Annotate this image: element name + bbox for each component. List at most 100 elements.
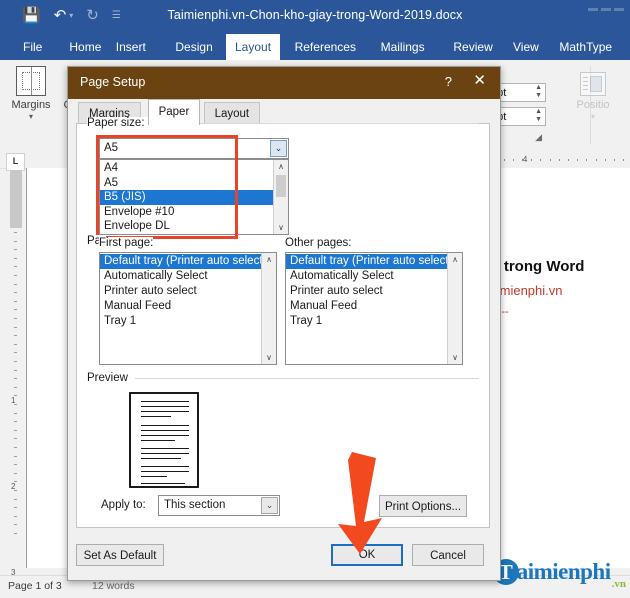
help-icon[interactable]: ? [445,74,452,89]
ribbon-tab-home[interactable]: Home [60,34,110,60]
list-item[interactable]: Default tray (Printer auto select) [286,254,452,269]
ruler-tick [14,240,17,242]
first-page-scrollbar[interactable]: ∧ ∨ [261,253,276,364]
ruler-tick [14,507,17,509]
list-item[interactable]: Envelope DL [100,219,273,234]
scroll-down-icon[interactable]: ∨ [262,351,276,364]
list-item[interactable]: Envelope #10 [100,205,273,220]
vertical-ruler-margin-shade [10,170,22,228]
margins-button[interactable]: Margins ▾ [8,66,54,121]
chevron-down-icon[interactable]: ▾ [564,112,622,121]
other-pages-source-listbox[interactable]: Default tray (Printer auto select) Automa… [285,252,463,365]
chevron-down-icon[interactable]: ⌄ [261,497,278,514]
ruler-tick [14,421,17,423]
dialog-tab-paper[interactable]: Paper [147,99,201,125]
maximize-icon[interactable] [601,8,611,11]
dialog-tab-layout[interactable]: Layout [203,102,261,125]
margins-icon [16,66,46,96]
scroll-up-icon[interactable]: ∧ [448,253,462,266]
chevron-down-icon[interactable]: ▾ [8,112,54,121]
document-body-text[interactable]: ấy trong Word Taimienphi.vn o0o-- [483,258,630,318]
ribbon-tab-view[interactable]: View [504,34,548,60]
ribbon-tab-references[interactable]: References [286,34,365,60]
scroll-down-icon[interactable]: ∨ [448,351,462,364]
status-word-count[interactable]: 12 words [92,580,135,592]
page-preview [129,392,199,488]
ruler-tick [14,292,17,294]
list-item[interactable]: Manual Feed [100,299,261,314]
ruler-tick [14,412,17,414]
ribbon-tab-mailings[interactable]: Mailings [372,34,434,60]
ruler-tick [14,369,17,371]
ruler-number: 1 [11,396,16,405]
list-item[interactable]: Default tray (Printer auto select) [100,254,266,269]
ruler-tick [14,455,17,457]
set-as-default-button[interactable]: Set As Default [76,544,164,566]
tab-stop-selector[interactable]: L [6,153,25,171]
preview-text-line [141,471,189,473]
list-item[interactable]: Printer auto select [286,284,447,299]
first-page-label: First page: [99,237,154,249]
close-window-icon[interactable] [614,8,624,11]
apply-to-value: This section [164,499,226,511]
ribbon-tab-mathtype[interactable]: MathType [550,34,621,60]
apply-to-combo[interactable]: This section ⌄ [158,495,280,516]
minimize-icon[interactable] [588,8,598,11]
cancel-button[interactable]: Cancel [412,544,484,566]
paper-size-scrollbar[interactable]: ∧ ∨ [273,160,288,234]
list-item[interactable]: B5 (JIS) [100,190,273,205]
status-page-number[interactable]: Page 1 of 3 [8,580,62,592]
ruler-tick [14,326,17,328]
preview-text-line [141,430,189,432]
scroll-down-icon[interactable]: ∨ [274,221,288,234]
list-item[interactable]: Printer auto select [100,284,261,299]
position-button[interactable]: Positio ▾ [564,72,622,121]
ribbon-tab-layout[interactable]: Layout [226,34,281,60]
document-separator-line: o0o-- [483,306,630,318]
paper-size-listbox[interactable]: A4 A5 B5 (JIS) Envelope #10 Envelope DL ∧ ∨ [99,159,289,235]
ruler-tick [14,318,17,319]
first-page-source-listbox[interactable]: Default tray (Printer auto select) Automa… [99,252,277,365]
list-item[interactable]: Tray 1 [286,314,447,329]
list-item[interactable]: Manual Feed [286,299,447,314]
ruler-tick [14,266,17,268]
window-controls[interactable] [588,2,624,11]
ribbon-tab-file[interactable]: File [14,34,51,60]
list-item[interactable]: A4 [100,161,273,176]
list-item[interactable]: A5 [100,176,273,191]
list-item[interactable]: Automatically Select [286,269,447,284]
ruler-tick [14,361,17,362]
annotation-arrow [338,452,382,554]
paragraph-dialog-launcher-icon[interactable]: ◢ [535,132,542,143]
ruler-tick [623,159,625,161]
ruler-tick [14,275,17,276]
list-item[interactable]: Tray 1 [100,314,261,329]
scrollbar-thumb[interactable] [276,175,286,197]
ruler-tick [14,309,17,311]
list-item[interactable]: Automatically Select [100,269,261,284]
spacing-after-stepper[interactable]: ▲ ▼ [535,108,542,124]
scroll-up-icon[interactable]: ∧ [262,253,276,266]
margins-label: Margins [11,99,51,111]
other-pages-scrollbar[interactable]: ∧ ∨ [447,253,462,364]
print-options-button[interactable]: Print Options... [379,495,467,517]
position-icon [580,72,606,96]
ruler-tick [14,249,17,251]
chevron-down-icon[interactable]: ⌄ [270,140,287,157]
ruler-tick [586,159,588,161]
ruler-tick [14,335,17,337]
ruler-tick [558,159,560,161]
ribbon-tab-insert[interactable]: Insert [107,34,155,60]
ribbon-tab-review[interactable]: Review [444,34,501,60]
preview-text-line [141,453,189,455]
dialog-title-bar: Page Setup ? ✕ [68,67,500,99]
ruler-number: 4 [522,154,528,164]
position-label: Positio [576,99,610,111]
ruler-tick [14,283,17,285]
ribbon-tab-design[interactable]: Design [166,34,221,60]
scroll-up-icon[interactable]: ∧ [274,160,288,173]
spacing-before-stepper[interactable]: ▲ ▼ [535,84,542,100]
paper-size-combo[interactable]: A5 ⌄ [99,138,289,159]
close-icon[interactable]: ✕ [473,73,486,88]
vertical-ruler[interactable]: 123 [9,170,23,577]
